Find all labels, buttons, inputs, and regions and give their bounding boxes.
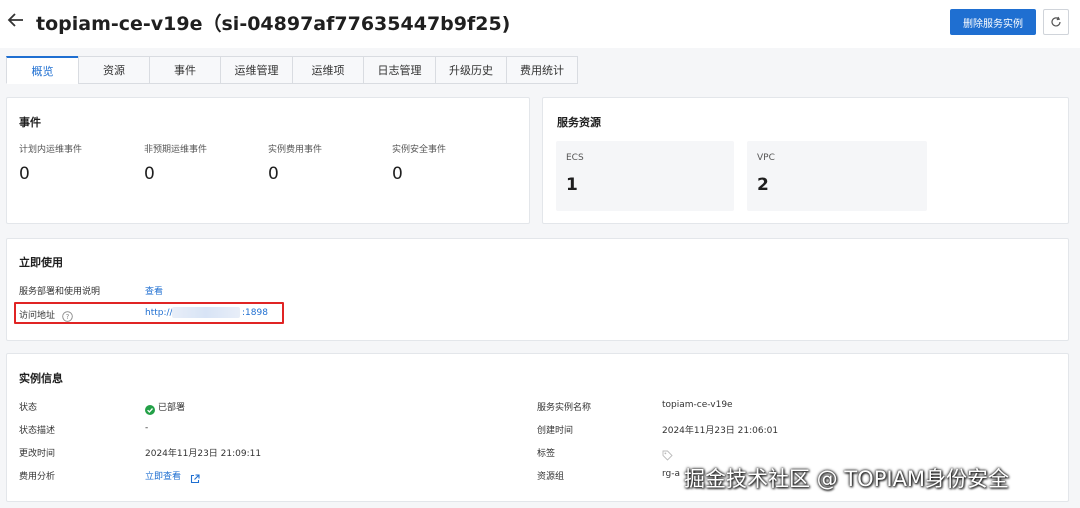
instance-cost-events-count: 0 bbox=[268, 164, 279, 184]
status-label: 状态 bbox=[19, 403, 38, 413]
page-header: topiam-ce-v19e（si-04897af77635447b9f25) … bbox=[0, 0, 1080, 48]
created-time-value: 2024年11月23日 21:06:01 bbox=[662, 426, 779, 436]
tab-overview[interactable]: 概览 bbox=[6, 56, 78, 84]
service-resources-card: 服务资源 ECS 1 VPC 2 bbox=[542, 97, 1069, 224]
tab-bar: 概览 资源 事件 运维管理 运维项 日志管理 升级历史 费用统计 bbox=[6, 56, 578, 84]
tab-ops-management[interactable]: 运维管理 bbox=[220, 56, 292, 84]
view-now-link[interactable]: 立即查看 bbox=[145, 469, 181, 482]
doc-label: 服务部署和使用说明 bbox=[19, 287, 101, 297]
created-time-label: 创建时间 bbox=[537, 426, 574, 436]
resource-ecs-label: ECS bbox=[566, 153, 584, 163]
tab-resources[interactable]: 资源 bbox=[78, 56, 149, 84]
watermark-text: 掘金技术社区 @ TOPIAM身份安全 bbox=[684, 467, 1010, 491]
tab-upgrade-history[interactable]: 升级历史 bbox=[435, 56, 506, 84]
service-resources-title: 服务资源 bbox=[557, 116, 601, 129]
tab-log-management[interactable]: 日志管理 bbox=[363, 56, 435, 84]
tab-cost-statistics[interactable]: 费用统计 bbox=[506, 56, 578, 84]
resource-vpc-count: 2 bbox=[757, 175, 769, 195]
back-arrow-icon[interactable] bbox=[6, 10, 26, 30]
instance-security-events-label: 实例安全事件 bbox=[392, 145, 447, 155]
status-description-label: 状态描述 bbox=[19, 426, 56, 436]
resource-vpc-box[interactable]: VPC 2 bbox=[747, 141, 927, 211]
resource-group-value: rg-a bbox=[662, 469, 681, 479]
resource-ecs-box[interactable]: ECS 1 bbox=[556, 141, 734, 211]
success-check-icon bbox=[145, 400, 155, 415]
tab-ops-items[interactable]: 运维项 bbox=[292, 56, 363, 84]
external-link-icon[interactable] bbox=[190, 469, 200, 484]
resource-vpc-label: VPC bbox=[757, 153, 775, 163]
modified-time-value: 2024年11月23日 21:09:11 bbox=[145, 449, 262, 459]
tags-label: 标签 bbox=[537, 449, 556, 459]
modified-time-label: 更改时间 bbox=[19, 449, 56, 459]
instance-security-events-count: 0 bbox=[392, 164, 403, 184]
instance-cost-events-label: 实例费用事件 bbox=[268, 145, 323, 155]
usage-card: 立即使用 服务部署和使用说明 查看 访问地址 ? http:// :1898 bbox=[6, 238, 1069, 341]
page-title: topiam-ce-v19e（si-04897af77635447b9f25) bbox=[36, 13, 511, 35]
events-card: 事件 计划内运维事件 0 非预期运维事件 0 实例费用事件 0 实例安全事件 0 bbox=[6, 97, 530, 224]
cost-analysis-label: 费用分析 bbox=[19, 472, 56, 482]
instance-info-title: 实例信息 bbox=[19, 372, 63, 385]
tab-events[interactable]: 事件 bbox=[149, 56, 220, 84]
refresh-button[interactable] bbox=[1043, 9, 1069, 35]
planned-ops-events-count: 0 bbox=[19, 164, 30, 184]
delete-instance-button[interactable]: 删除服务实例 bbox=[950, 9, 1036, 35]
instance-name-value: topiam-ce-v19e bbox=[662, 400, 733, 410]
resource-ecs-count: 1 bbox=[566, 175, 578, 195]
unplanned-ops-events-count: 0 bbox=[144, 164, 155, 184]
planned-ops-events-label: 计划内运维事件 bbox=[19, 145, 83, 155]
status-description-value: - bbox=[145, 423, 149, 433]
instance-name-label: 服务实例名称 bbox=[537, 403, 592, 413]
tag-icon[interactable] bbox=[662, 446, 673, 461]
status-value: 已部署 bbox=[158, 403, 186, 413]
doc-view-link[interactable]: 查看 bbox=[145, 284, 163, 297]
unplanned-ops-events-label: 非预期运维事件 bbox=[144, 145, 208, 155]
usage-card-title: 立即使用 bbox=[19, 256, 63, 269]
events-card-title: 事件 bbox=[19, 116, 41, 129]
access-address-highlight bbox=[14, 302, 284, 324]
resource-group-label: 资源组 bbox=[537, 472, 565, 482]
